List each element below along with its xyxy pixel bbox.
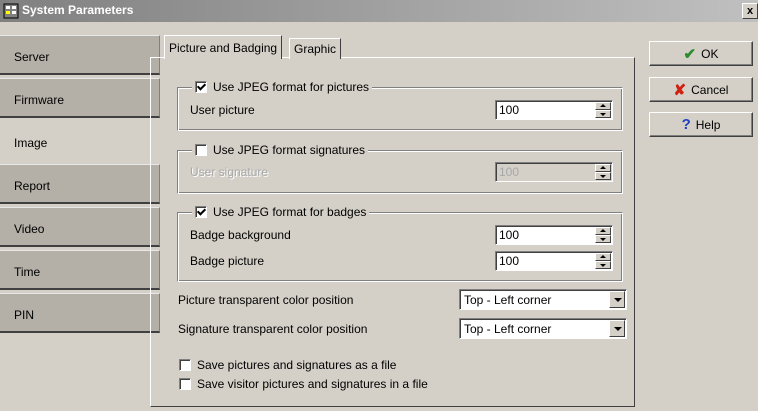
badges-group: Use JPEG format for badges <box>177 205 623 282</box>
checkbox-label: Use JPEG format for pictures <box>213 80 370 94</box>
sidebar-item-firmware[interactable]: Firmware <box>0 78 160 118</box>
close-button[interactable]: x <box>742 3 758 19</box>
chevron-down-icon[interactable] <box>609 291 625 308</box>
spinner-down-icon[interactable] <box>595 172 611 180</box>
select-value: Top - Left corner <box>464 293 552 307</box>
sidebar-item-time[interactable]: Time <box>0 250 160 290</box>
checkbox-label: Use JPEG format for badges <box>213 205 367 219</box>
save-visitor-checkbox[interactable]: Save visitor pictures and signatures in … <box>179 377 428 391</box>
sidebar-item-label: Video <box>14 222 45 236</box>
badge-picture-label: Badge picture <box>190 254 265 268</box>
checkbox-label: Save visitor pictures and signatures in … <box>197 377 428 391</box>
spinner-up-icon[interactable] <box>595 102 611 110</box>
button-label: OK <box>701 46 719 61</box>
sidebar-item-label: PIN <box>14 308 35 322</box>
pictures-jpeg-checkbox[interactable]: Use JPEG format for pictures <box>192 80 373 94</box>
x-icon: ✘ <box>673 81 687 99</box>
spinner-down-icon[interactable] <box>595 110 611 118</box>
select-value: Top - Left corner <box>464 322 552 336</box>
save-as-file-checkbox[interactable]: Save pictures and signatures as a file <box>179 358 396 372</box>
cancel-button[interactable]: ✘ Cancel <box>649 77 753 102</box>
chevron-down-icon[interactable] <box>609 320 625 337</box>
sidebar-item-label: Report <box>14 179 51 193</box>
app-icon <box>3 3 19 19</box>
user-signature-label: User signature <box>190 165 269 179</box>
checkmark-icon: ✔ <box>683 45 697 63</box>
user-signature-spinner[interactable]: 100 <box>495 162 613 182</box>
sidebar-item-image[interactable]: Image <box>0 121 160 161</box>
checkbox-box[interactable] <box>195 81 207 93</box>
sidebar-item-report[interactable]: Report <box>0 164 160 204</box>
button-label: Cancel <box>691 82 729 97</box>
tab-picture-and-badging[interactable]: Picture and Badging <box>164 35 283 59</box>
sidebar-item-label: Time <box>14 265 41 279</box>
spinner-buttons[interactable] <box>595 102 611 118</box>
picture-transparent-label: Picture transparent color position <box>178 293 354 307</box>
question-icon: ? <box>681 116 691 133</box>
checkbox-box[interactable] <box>179 359 191 371</box>
sidebar-item-label: Firmware <box>14 93 64 107</box>
checkbox-box[interactable] <box>179 378 191 390</box>
checkbox-label: Save pictures and signatures as a file <box>197 358 397 372</box>
checkbox-box[interactable] <box>195 206 207 218</box>
tab-label: Graphic <box>294 42 337 56</box>
badge-background-spinner[interactable]: 100 <box>495 225 613 245</box>
sidebar-item-label: Server <box>14 50 50 64</box>
badges-jpeg-checkbox[interactable]: Use JPEG format for badges <box>192 205 370 219</box>
checkbox-label: Use JPEG format signatures <box>213 143 366 157</box>
spinner-value[interactable]: 100 <box>499 103 519 117</box>
picture-transparent-select[interactable]: Top - Left corner <box>459 289 627 310</box>
spinner-buttons[interactable] <box>595 227 611 243</box>
spinner-up-icon[interactable] <box>595 227 611 235</box>
window-title: System Parameters <box>22 3 134 17</box>
spinner-up-icon[interactable] <box>595 164 611 172</box>
ok-button[interactable]: ✔ OK <box>649 41 753 66</box>
spinner-value[interactable]: 100 <box>499 228 519 242</box>
title-bar: System Parameters x <box>0 0 758 22</box>
user-picture-spinner[interactable]: 100 <box>495 100 613 120</box>
spinner-value[interactable]: 100 <box>499 254 519 268</box>
sidebar-item-server[interactable]: Server <box>0 35 160 75</box>
checkbox-box[interactable] <box>195 144 207 156</box>
signature-transparent-select[interactable]: Top - Left corner <box>459 318 627 339</box>
close-icon: x <box>746 5 754 17</box>
tab-label: Picture and Badging <box>169 41 278 55</box>
user-picture-label: User picture <box>190 103 255 117</box>
spinner-up-icon[interactable] <box>595 253 611 261</box>
spinner-buttons[interactable] <box>595 253 611 269</box>
badge-background-label: Badge background <box>190 228 291 242</box>
help-button[interactable]: ? Help <box>649 112 753 137</box>
sidebar-item-pin[interactable]: PIN <box>0 293 160 333</box>
badge-picture-spinner[interactable]: 100 <box>495 251 613 271</box>
spinner-buttons[interactable] <box>595 164 611 180</box>
sidebar-item-label: Image <box>14 136 48 150</box>
spinner-value[interactable]: 100 <box>499 165 519 179</box>
spinner-down-icon[interactable] <box>595 235 611 243</box>
sidebar-item-video[interactable]: Video <box>0 207 160 247</box>
tab-graphic[interactable]: Graphic <box>289 38 342 59</box>
spinner-down-icon[interactable] <box>595 261 611 269</box>
button-label: Help <box>695 117 721 132</box>
signature-transparent-label: Signature transparent color position <box>178 322 368 336</box>
signatures-jpeg-checkbox[interactable]: Use JPEG format signatures <box>192 143 369 157</box>
